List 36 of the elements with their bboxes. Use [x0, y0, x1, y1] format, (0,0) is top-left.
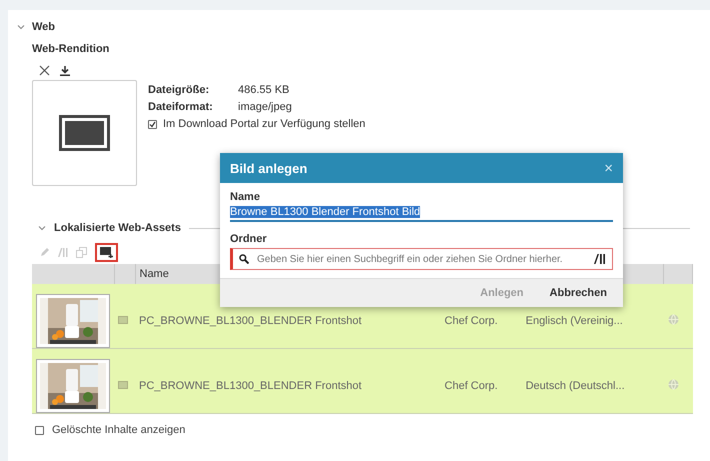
field-label: Name — [230, 191, 261, 203]
detail-label: Dateigröße: — [148, 84, 210, 96]
chevron-icon[interactable] — [17, 24, 25, 30]
image-add-icon — [100, 246, 113, 258]
dialog-button[interactable]: Abbrechen — [548, 285, 609, 301]
dialog-title: Bild anlegen — [230, 160, 308, 176]
table-cell: Deutsch (Deutschl... — [522, 348, 664, 414]
checkbox-label: Im Download Portal zur Verfügung stellen — [163, 118, 366, 130]
globe-icon — [668, 314, 678, 325]
subsection-title: Web-Rendition — [32, 43, 110, 55]
library-icon[interactable] — [594, 254, 606, 264]
checkbox-label: Gelöschte Inhalte anzeigen — [52, 424, 186, 436]
table-cell: Chef Corp. — [440, 348, 522, 414]
download-icon[interactable] — [60, 66, 70, 76]
checkbox[interactable] — [35, 426, 44, 434]
checkbox[interactable] — [148, 120, 157, 128]
thumbnail[interactable] — [36, 294, 110, 348]
folder-search-field[interactable]: Geben Sie hier einen Suchbegriff ein oder ziehen Sie Ordner hierher. — [230, 248, 613, 270]
close-button[interactable]: × — [604, 160, 613, 176]
search-icon — [239, 254, 249, 264]
field-label: Ordner — [230, 233, 268, 245]
table-cell: PC_BROWNE_BL1300_BLENDER Frontshot — [135, 348, 441, 414]
globe-icon — [668, 379, 678, 390]
image-placeholder-icon — [59, 115, 110, 151]
chevron-icon[interactable] — [38, 225, 46, 231]
image-type-icon — [118, 381, 128, 389]
section-title: Lokalisierte Web-Assets — [54, 222, 181, 234]
new-image-button[interactable] — [95, 242, 118, 262]
thumbnail[interactable] — [36, 359, 110, 413]
section-title: Web — [32, 21, 56, 33]
close-icon[interactable] — [39, 65, 50, 76]
name-field[interactable]: Browne BL1300 Blender Frontshot Bild — [230, 206, 613, 222]
detail-value: 486.55 KB — [238, 84, 290, 96]
image-type-icon — [118, 316, 128, 324]
detail-value: image/jpeg — [238, 101, 293, 113]
detail-label: Dateiformat: — [148, 101, 214, 113]
